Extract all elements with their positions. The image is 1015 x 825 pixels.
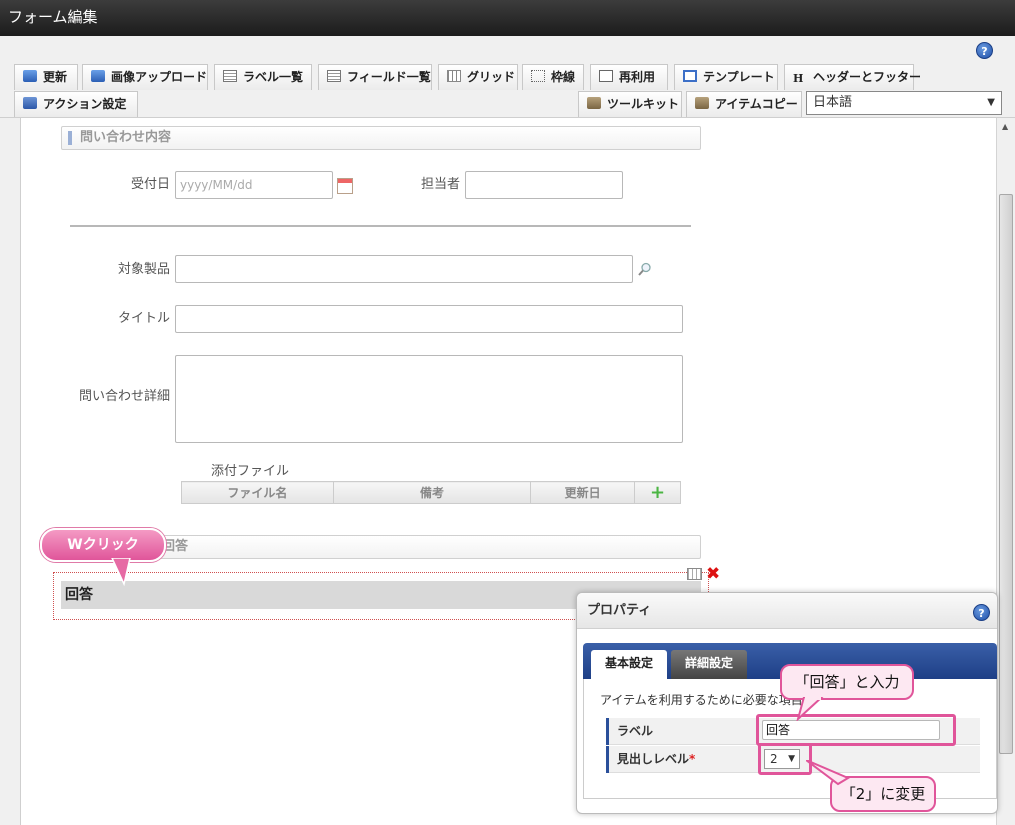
update-button[interactable]: 更新: [14, 64, 78, 90]
help-bar: ?: [0, 36, 1015, 64]
scrollbar-thumb[interactable]: [999, 194, 1013, 754]
reuse-button[interactable]: 再利用: [590, 64, 668, 90]
chevron-down-icon: ▼: [788, 754, 795, 764]
window-title: フォーム編集: [0, 0, 1015, 36]
heading-level-label: 見出しレベル*: [606, 746, 695, 773]
canvas-gutter: [0, 118, 21, 825]
scroll-up-icon[interactable]: ▲: [1002, 122, 1008, 131]
border-button[interactable]: 枠線: [522, 64, 584, 90]
border-icon: [531, 70, 545, 82]
grid-item-icon[interactable]: [687, 568, 702, 580]
share-icon: [23, 97, 37, 109]
received-date-label: 受付日: [130, 177, 170, 192]
template-button[interactable]: テンプレート: [674, 64, 778, 90]
label-field-label: ラベル: [606, 718, 653, 745]
calendar-icon[interactable]: [337, 178, 353, 194]
detail-label: 問い合わせ詳細: [78, 389, 170, 404]
update-icon: [23, 70, 37, 82]
column-header-updated: 更新日: [530, 481, 636, 504]
attachment-table: ファイル名 備考 更新日 +: [181, 481, 681, 504]
chevron-down-icon: ▼: [987, 97, 995, 108]
grid-button[interactable]: グリッド: [438, 64, 518, 90]
language-select[interactable]: 日本語 ▼: [806, 91, 1002, 115]
callout-pointer: [806, 760, 850, 786]
product-label: 対象製品: [117, 262, 170, 277]
toolbox-icon: [695, 97, 709, 109]
item-copy-button[interactable]: アイテムコピー: [686, 91, 802, 117]
section-marker: [68, 131, 72, 145]
property-panel-header: プロパティ ?: [577, 593, 997, 629]
delete-icon[interactable]: ✖: [706, 564, 720, 584]
property-description: アイテムを利用するために必要な項目: [600, 693, 803, 707]
tab-detail-settings[interactable]: 詳細設定: [671, 650, 747, 679]
column-header-note: 備考: [332, 481, 532, 504]
product-input[interactable]: [175, 255, 633, 283]
list-icon: [327, 70, 341, 82]
callout-pointer: [796, 697, 824, 721]
image-upload-button[interactable]: 画像アップロード: [82, 64, 208, 90]
grid-icon: [447, 70, 461, 82]
heading-level-select[interactable]: 2 ▼: [764, 749, 800, 769]
assignee-input[interactable]: [465, 171, 623, 199]
toolkit-button[interactable]: ツールキット: [578, 91, 682, 117]
title-label: タイトル: [117, 311, 170, 326]
action-settings-button[interactable]: アクション設定: [14, 91, 138, 117]
label-input[interactable]: 回答: [762, 720, 940, 740]
label-list-button[interactable]: ラベル一覧: [214, 64, 312, 90]
help-icon[interactable]: ?: [976, 42, 993, 59]
required-mark: *: [689, 752, 696, 766]
received-date-input[interactable]: yyyy/MM/dd: [175, 171, 333, 199]
field-list-button[interactable]: フィールド一覧: [318, 64, 432, 90]
callout-pointer: [111, 558, 131, 586]
section-header-inquiry[interactable]: 問い合わせ内容: [61, 126, 701, 150]
callout-double-click: Wクリック: [40, 528, 166, 562]
callout-input-answer: 「回答」と入力: [780, 664, 914, 700]
divider: [70, 225, 691, 227]
image-icon: [91, 70, 105, 82]
toolbox-icon: [587, 97, 601, 109]
vertical-scrollbar[interactable]: ▲: [996, 118, 1015, 825]
title-input[interactable]: [175, 305, 683, 333]
search-icon[interactable]: [638, 262, 652, 276]
assignee-label: 担当者: [420, 177, 460, 192]
detail-textarea[interactable]: [175, 355, 683, 443]
header-footer-button[interactable]: H ヘッダーとフッター: [784, 64, 921, 90]
header-icon: H: [793, 72, 804, 85]
attachment-label: 添付ファイル: [211, 464, 290, 479]
plus-icon: +: [649, 481, 666, 503]
template-icon: [683, 70, 697, 82]
table-header-row: ファイル名 備考 更新日 +: [181, 481, 681, 504]
tab-basic-settings[interactable]: 基本設定: [591, 650, 667, 679]
column-header-filename: ファイル名: [181, 481, 334, 504]
add-file-button[interactable]: +: [634, 481, 681, 504]
document-icon: [599, 70, 613, 82]
list-icon: [223, 70, 237, 82]
help-icon[interactable]: ?: [973, 604, 990, 621]
